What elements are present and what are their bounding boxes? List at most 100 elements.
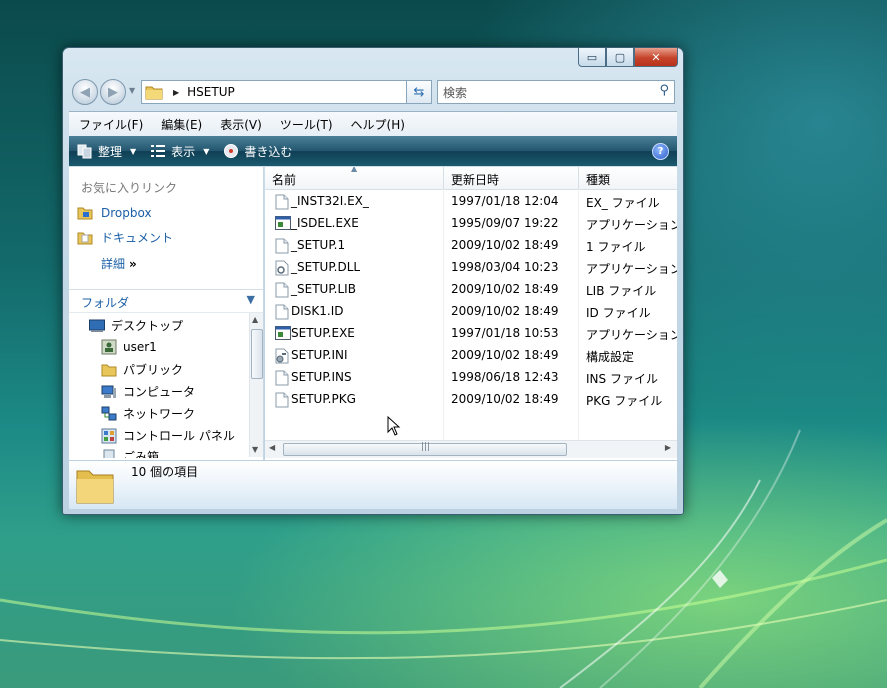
column-header-date-modified[interactable]: 更新日時 (444, 167, 579, 190)
menu-help[interactable]: ヘルプ(H) (341, 116, 413, 133)
search-input[interactable]: 検索 (443, 84, 467, 101)
favorite-link-label: Dropbox (101, 206, 152, 220)
file-row[interactable]: _ISDEL.EXE 1995/09/07 19:22 アプリケーション (265, 213, 677, 235)
file-name[interactable]: SETUP.PKG (291, 392, 356, 406)
file-date-modified: 2009/10/02 18:49 (451, 304, 559, 318)
minimize-button[interactable]: ▭ (578, 48, 606, 67)
file-row[interactable]: _INST32I.EX_ 1997/01/18 12:04 EX_ ファイル (265, 191, 677, 213)
tree-item-public[interactable]: パブリック (101, 361, 183, 378)
tree-item-recycle-bin[interactable]: ごみ箱 (101, 448, 159, 458)
maximize-button[interactable]: ▢ (606, 48, 634, 67)
favorite-link-dropbox[interactable]: Dropbox (77, 205, 152, 221)
menu-view[interactable]: 表示(V) (210, 116, 270, 133)
breadcrumb-separator-icon[interactable]: ▶ (173, 88, 179, 97)
navigation-scrollbar[interactable]: ▲ ▼ (249, 313, 263, 457)
column-header-type[interactable]: 種類 (579, 167, 677, 190)
file-type: アプリケーション (586, 328, 677, 342)
file-name[interactable]: _INST32I.EX_ (291, 194, 369, 208)
file-row[interactable]: SETUP.INS 1998/06/18 12:43 INS ファイル (265, 367, 677, 389)
refresh-button[interactable]: ⇆ (406, 80, 432, 104)
file-type: ID ファイル (586, 306, 651, 320)
back-button[interactable]: ◀ (72, 79, 98, 105)
file-row[interactable]: SETUP.PKG 2009/10/02 18:49 PKG ファイル (265, 389, 677, 411)
documents-folder-icon (77, 232, 93, 244)
scroll-left-arrow-icon[interactable]: ◀ (269, 443, 275, 452)
file-name[interactable]: _SETUP.DLL (291, 260, 360, 274)
file-name[interactable]: SETUP.INS (291, 370, 352, 384)
file-row[interactable]: _SETUP.DLL 1998/03/04 10:23 アプリケーション (265, 257, 677, 279)
burn-button[interactable]: 書き込む (223, 143, 292, 160)
file-type: INS ファイル (586, 372, 658, 386)
file-type: アプリケーション (586, 262, 677, 276)
folder-icon (145, 86, 163, 100)
folders-header[interactable]: フォルダ ▼ (69, 289, 263, 313)
file-name[interactable]: DISK1.ID (291, 304, 344, 318)
computer-icon (101, 385, 116, 398)
tree-item-user1[interactable]: user1 (101, 339, 157, 355)
file-type: LIB ファイル (586, 284, 657, 298)
back-arrow-icon: ◀ (80, 84, 90, 100)
organize-button[interactable]: 整理 ▼ (77, 143, 136, 160)
more-links-button[interactable]: 詳細» (101, 255, 137, 272)
file-name[interactable]: _SETUP.1 (291, 238, 345, 252)
forward-button[interactable]: ▶ (100, 79, 126, 105)
user-folder-icon (101, 339, 117, 355)
tree-item-label: user1 (123, 340, 157, 354)
file-date-modified: 2009/10/02 18:49 (451, 392, 559, 406)
help-button[interactable]: ? (652, 143, 669, 160)
ini-icon (275, 348, 289, 367)
item-count: 10 個の項目 (131, 465, 199, 479)
scrollbar-thumb[interactable] (251, 329, 263, 379)
mouse-cursor-icon (387, 416, 401, 436)
blank-file-icon (275, 370, 289, 389)
file-row[interactable]: SETUP.EXE 1997/01/18 10:53 アプリケーション (265, 323, 677, 345)
tree-item-network[interactable]: ネットワーク (101, 405, 195, 422)
grip-icon: ||| (421, 442, 431, 452)
favorite-link-label: ドキュメント (101, 231, 174, 245)
file-name[interactable]: _SETUP.LIB (291, 282, 356, 296)
file-name[interactable]: SETUP.EXE (291, 326, 355, 340)
file-row[interactable]: _SETUP.1 2009/10/02 18:49 1 ファイル (265, 235, 677, 257)
file-name[interactable]: _ISDEL.EXE (291, 216, 359, 230)
scrollbar-thumb[interactable]: ||| (283, 442, 567, 456)
tree-item-desktop[interactable]: デスクトップ (89, 317, 183, 334)
scroll-up-arrow-icon[interactable]: ▲ (252, 315, 258, 324)
caption-buttons: ▭ ▢ ✕ (578, 48, 678, 68)
file-row[interactable]: _SETUP.LIB 2009/10/02 18:49 LIB ファイル (265, 279, 677, 301)
recent-pages-dropdown[interactable]: ▼ (129, 86, 135, 95)
search-icon[interactable]: ⚲ (659, 83, 669, 98)
file-date-modified: 1997/01/18 10:53 (451, 326, 559, 340)
dropbox-folder-icon (77, 207, 93, 220)
menu-file[interactable]: ファイル(F) (69, 116, 151, 133)
search-box[interactable]: 検索 ⚲ (437, 80, 675, 104)
chevron-down-icon: ▼ (203, 146, 210, 156)
views-label: 表示 (171, 144, 196, 159)
command-bar: 整理 ▼ 表示 ▼ 書き込む ? (69, 136, 677, 166)
tree-item-computer[interactable]: コンピュータ (101, 383, 195, 400)
tree-item-control-panel[interactable]: コントロール パネル (101, 427, 235, 444)
column-header-name[interactable]: ▲ 名前 (265, 167, 444, 190)
address-bar[interactable]: ▶ HSETUP ▼ (141, 80, 431, 104)
tree-item-label: デスクトップ (111, 319, 184, 333)
sort-ascending-icon: ▲ (351, 167, 358, 173)
horizontal-scrollbar[interactable]: ◀ ||| ▶ (265, 440, 677, 458)
explorer-window: ▭ ▢ ✕ ◀ ▶ ▼ ▶ HSETUP ▼ ⇆ 検索 ⚲ ファイル(F) 編集… (62, 47, 684, 515)
favorite-link-documents[interactable]: ドキュメント (77, 229, 173, 246)
file-row[interactable]: DISK1.ID 2009/10/02 18:49 ID ファイル (265, 301, 677, 323)
scroll-down-arrow-icon[interactable]: ▼ (252, 445, 258, 454)
file-list: ▲ 名前 更新日時 種類 _INST32I.EX_ 1997/01/18 12:0… (265, 167, 677, 460)
folders-title: フォルダ (81, 296, 130, 310)
file-type: アプリケーション (586, 218, 677, 232)
public-folder-icon (101, 364, 117, 376)
file-date-modified: 1995/09/07 19:22 (451, 216, 559, 230)
scroll-right-arrow-icon[interactable]: ▶ (665, 443, 671, 452)
menu-bar: ファイル(F) 編集(E) 表示(V) ツール(T) ヘルプ(H) (69, 111, 677, 136)
breadcrumb-current-folder[interactable]: HSETUP (187, 85, 235, 99)
menu-tools[interactable]: ツール(T) (270, 116, 341, 133)
file-type: EX_ ファイル (586, 196, 660, 210)
file-row[interactable]: SETUP.INI 2009/10/02 18:49 構成設定 (265, 345, 677, 367)
menu-edit[interactable]: 編集(E) (151, 116, 210, 133)
close-button[interactable]: ✕ (634, 48, 678, 67)
file-name[interactable]: SETUP.INI (291, 348, 348, 362)
views-button[interactable]: 表示 ▼ (150, 143, 209, 160)
